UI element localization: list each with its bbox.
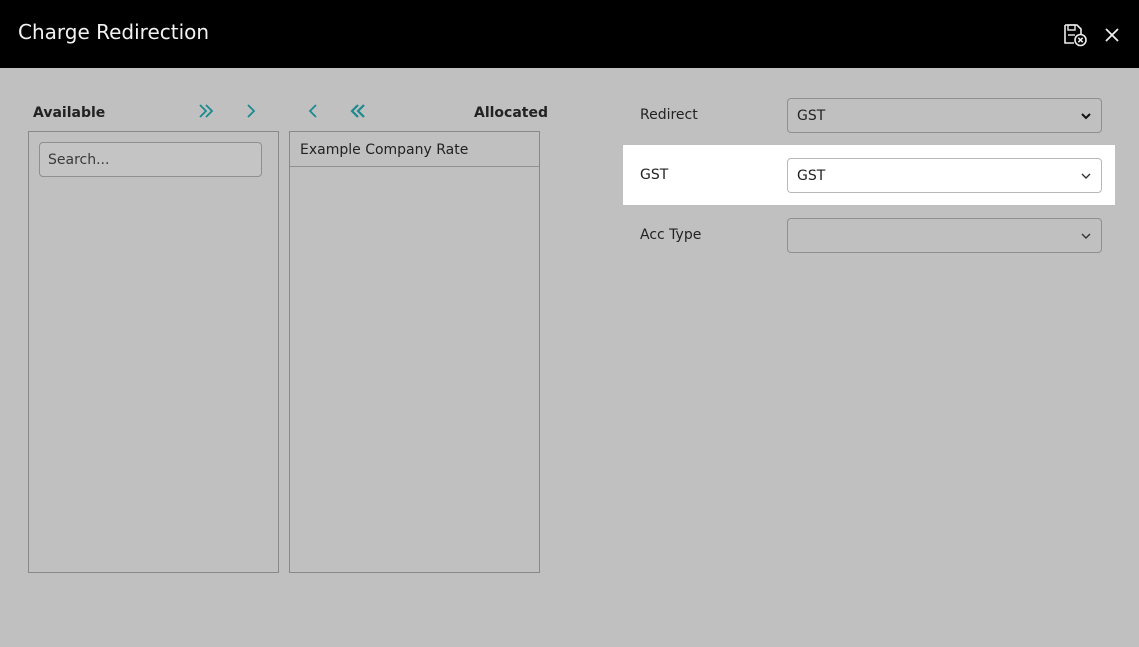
list-item[interactable]: Example Company Rate	[290, 132, 539, 167]
move-all-right-button[interactable]	[193, 98, 219, 124]
available-list[interactable]	[28, 131, 279, 573]
close-icon	[1105, 28, 1119, 42]
save-cancel-icon	[1064, 24, 1087, 47]
redirect-label: Redirect	[640, 107, 698, 123]
acc-type-row: Acc Type	[623, 205, 1115, 265]
title-bar: Charge Redirection	[0, 0, 1139, 68]
gst-value: GST	[797, 168, 826, 184]
acc-type-label: Acc Type	[640, 227, 702, 243]
chevron-down-icon	[1081, 173, 1091, 179]
search-input[interactable]	[39, 142, 262, 177]
chevron-left-icon	[308, 104, 317, 118]
acc-type-select[interactable]	[787, 218, 1102, 253]
move-right-button[interactable]	[238, 98, 264, 124]
gst-select[interactable]: GST	[787, 158, 1102, 193]
move-left-button[interactable]	[300, 98, 326, 124]
gst-row: GST GST	[623, 145, 1115, 205]
allocated-header: Allocated	[474, 105, 549, 121]
window-title: Charge Redirection	[18, 20, 210, 44]
double-chevron-left-icon	[350, 104, 365, 118]
move-all-left-button[interactable]	[345, 98, 371, 124]
chevron-down-icon	[1081, 233, 1091, 239]
redirect-select[interactable]: GST	[787, 98, 1102, 133]
close-button[interactable]	[1099, 22, 1125, 48]
chevron-down-icon	[1081, 113, 1091, 120]
chevron-right-icon	[247, 104, 256, 118]
available-header: Available	[33, 105, 106, 121]
redirect-value: GST	[797, 108, 826, 124]
save-cancel-button[interactable]	[1062, 22, 1088, 48]
gst-label: GST	[640, 167, 669, 183]
allocated-list[interactable]: Example Company Rate	[289, 131, 540, 573]
double-chevron-right-icon	[199, 104, 214, 118]
redirect-row: Redirect GST	[623, 85, 1115, 145]
